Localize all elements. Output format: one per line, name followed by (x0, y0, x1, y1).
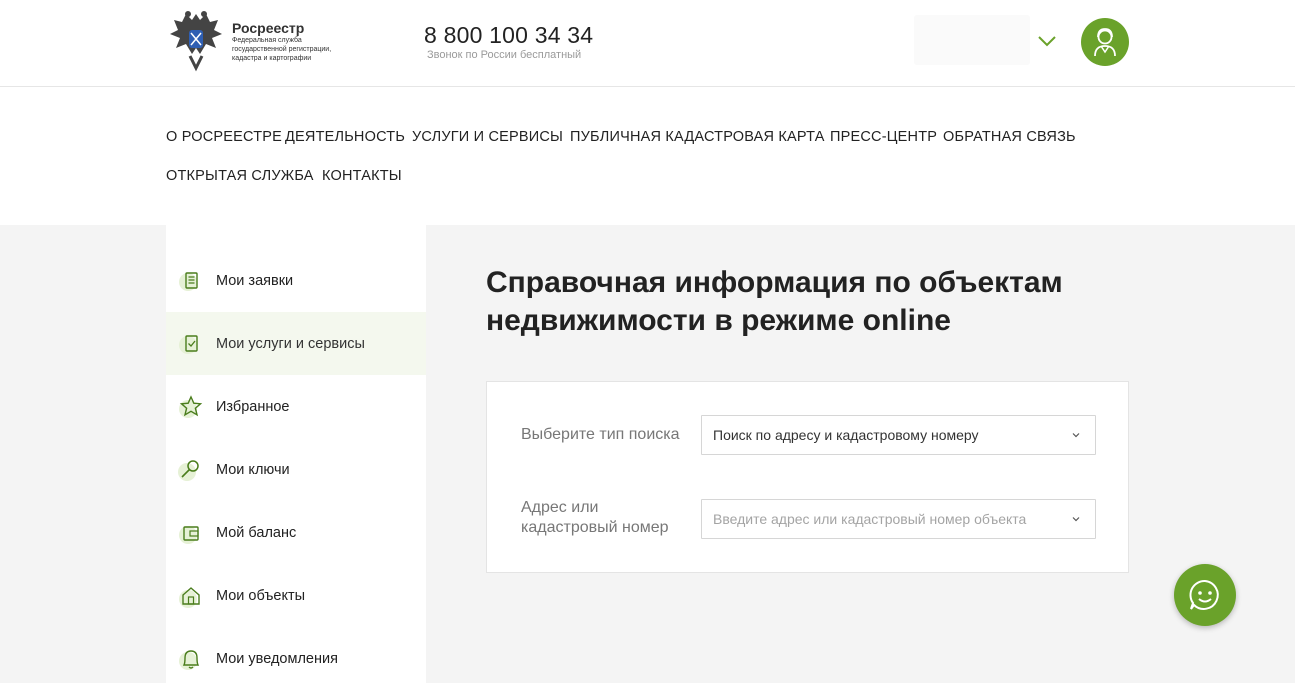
sidebar-item-label: Избранное (216, 398, 290, 415)
logo[interactable]: Росреестр Федеральная служба государстве… (166, 8, 356, 72)
search-type-value: Поиск по адресу и кадастровому номеру (713, 427, 979, 443)
nav-item-open-service[interactable]: ОТКРЫТАЯ СЛУЖБА (166, 168, 314, 184)
chevron-down-icon (1072, 517, 1080, 522)
sidebar-item-applications[interactable]: Мои заявки (166, 249, 426, 312)
bell-icon (179, 649, 200, 670)
search-type-label: Выберите тип поиска (521, 426, 680, 443)
sidebar-item-notifications[interactable]: Мои уведомления (166, 627, 426, 683)
user-icon (1094, 28, 1116, 57)
chat-button[interactable] (1174, 564, 1236, 626)
nav-item-press-center[interactable]: ПРЕСС-ЦЕНТР (830, 129, 937, 145)
sidebar-item-label: Мои заявки (216, 272, 294, 289)
hotline: 8 800 100 34 34 Звонок по России бесплат… (424, 22, 593, 61)
phone-number[interactable]: 8 800 100 34 34 (424, 22, 593, 49)
sidebar-item-balance[interactable]: Мой баланс (166, 501, 426, 564)
logo-name: Росреестр (232, 20, 305, 36)
region-selector[interactable] (914, 15, 1030, 65)
sidebar-item-objects[interactable]: Мои объекты (166, 564, 426, 627)
nav-item-feedback[interactable]: ОБРАТНАЯ СВЯЗЬ (943, 129, 1076, 145)
house-icon (179, 586, 200, 608)
address-input[interactable]: Введите адрес или кадастровый номер объе… (701, 499, 1096, 539)
sidebar-item-services[interactable]: Мои услуги и сервисы (166, 312, 426, 375)
phone-note: Звонок по России бесплатный (427, 49, 582, 61)
address-placeholder: Введите адрес или кадастровый номер объе… (713, 511, 1027, 527)
nav-item-about[interactable]: О РОСРЕЕСТРЕ (166, 129, 282, 145)
nav-item-contacts[interactable]: КОНТАКТЫ (322, 168, 402, 184)
chevron-down-icon (1072, 433, 1080, 438)
sidebar-item-label: Мои услуги и сервисы (216, 335, 365, 352)
site-header: Росреестр Федеральная служба государстве… (0, 0, 1295, 87)
chat-smile-icon (1189, 579, 1219, 610)
sidebar-item-label: Мой баланс (216, 524, 297, 541)
eagle-emblem-icon (170, 11, 222, 72)
profile-button[interactable] (1081, 18, 1129, 66)
chevron-down-icon[interactable] (1036, 30, 1058, 52)
address-label-line2: кадастровый номер (521, 519, 669, 536)
sidebar-item-favorites[interactable]: Избранное (166, 375, 426, 438)
page-title: Справочная информация по объектам недвиж… (486, 266, 1063, 337)
nav-item-activity[interactable]: ДЕЯТЕЛЬНОСТЬ (285, 129, 405, 145)
sidebar-item-label: Мои ключи (216, 461, 290, 478)
nav-item-cadastral-map[interactable]: ПУБЛИЧНАЯ КАДАСТРОВАЯ КАРТА (570, 129, 825, 145)
sidebar-item-label: Мои уведомления (216, 650, 338, 667)
document-icon (179, 271, 198, 291)
account-sidebar: Мои заявки Мои услуги и сервисы Избранно… (166, 225, 426, 683)
wallet-icon (179, 525, 199, 544)
nav-item-services[interactable]: УСЛУГИ И СЕРВИСЫ (412, 129, 563, 145)
address-label-line1: Адрес или (521, 499, 599, 516)
key-icon (178, 459, 199, 481)
logo-subtitle: Федеральная служба государственной регис… (232, 37, 332, 62)
sidebar-item-label: Мои объекты (216, 587, 306, 604)
main-navigation: О РОСРЕЕСТРЕ ДЕЯТЕЛЬНОСТЬ УСЛУГИ И СЕРВИ… (0, 87, 1295, 225)
checklist-icon (179, 334, 198, 354)
search-type-select[interactable]: Поиск по адресу и кадастровому номеру (701, 415, 1096, 455)
sidebar-item-keys[interactable]: Мои ключи (166, 438, 426, 501)
search-form-card: Выберите тип поиска Поиск по адресу и ка… (486, 381, 1129, 573)
star-icon (179, 394, 203, 418)
